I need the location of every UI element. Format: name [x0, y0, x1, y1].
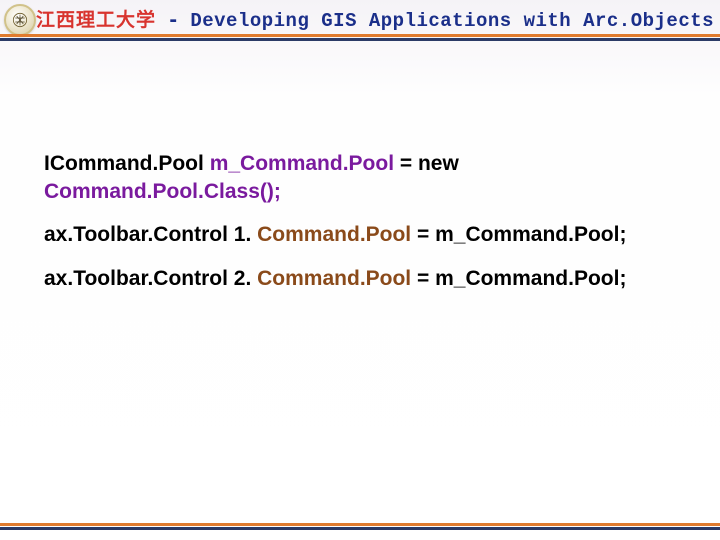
- code-token: m_Command.Pool: [210, 152, 394, 175]
- code-token: = m_Command.Pool;: [411, 223, 626, 246]
- rule-orange-bottom: [0, 523, 720, 526]
- emblem-icon: [12, 12, 28, 28]
- code-line-1: ICommand.Pool m_Command.Pool = new: [44, 150, 676, 178]
- code-token: ICommand.Pool: [44, 152, 210, 175]
- header-title: 江西理工大学 - Developing GIS Applications wit…: [36, 5, 720, 35]
- title-separator: -: [156, 9, 190, 31]
- code-line-4: ax.Toolbar.Control 2. Command.Pool = m_C…: [44, 265, 676, 293]
- spacer: [44, 249, 676, 265]
- rule-navy-bottom: [0, 527, 720, 530]
- rule-orange-top: [0, 34, 720, 37]
- slide: 江西理工大学 - Developing GIS Applications wit…: [0, 0, 720, 540]
- code-token: ax.Toolbar.Control 1.: [44, 223, 257, 246]
- code-token: ax.Toolbar.Control 2.: [44, 267, 257, 290]
- spacer: [44, 205, 676, 221]
- code-token: = m_Command.Pool;: [411, 267, 626, 290]
- code-line-3: ax.Toolbar.Control 1. Command.Pool = m_C…: [44, 221, 676, 249]
- university-logo-icon: [4, 4, 36, 36]
- bottom-divider: [0, 523, 720, 530]
- code-token: Command.Pool.Class();: [44, 180, 281, 203]
- rule-navy-top: [0, 38, 720, 41]
- code-token: Command.Pool: [257, 223, 411, 246]
- code-token: Command.Pool: [257, 267, 411, 290]
- code-line-2: Command.Pool.Class();: [44, 178, 676, 206]
- top-divider: [0, 34, 720, 41]
- course-title-en: Developing GIS Applications with Arc.Obj…: [190, 10, 720, 32]
- code-token: = new: [394, 152, 459, 175]
- university-name-cn: 江西理工大学: [36, 10, 156, 31]
- slide-body: ICommand.Pool m_Command.Pool = new Comma…: [44, 150, 676, 293]
